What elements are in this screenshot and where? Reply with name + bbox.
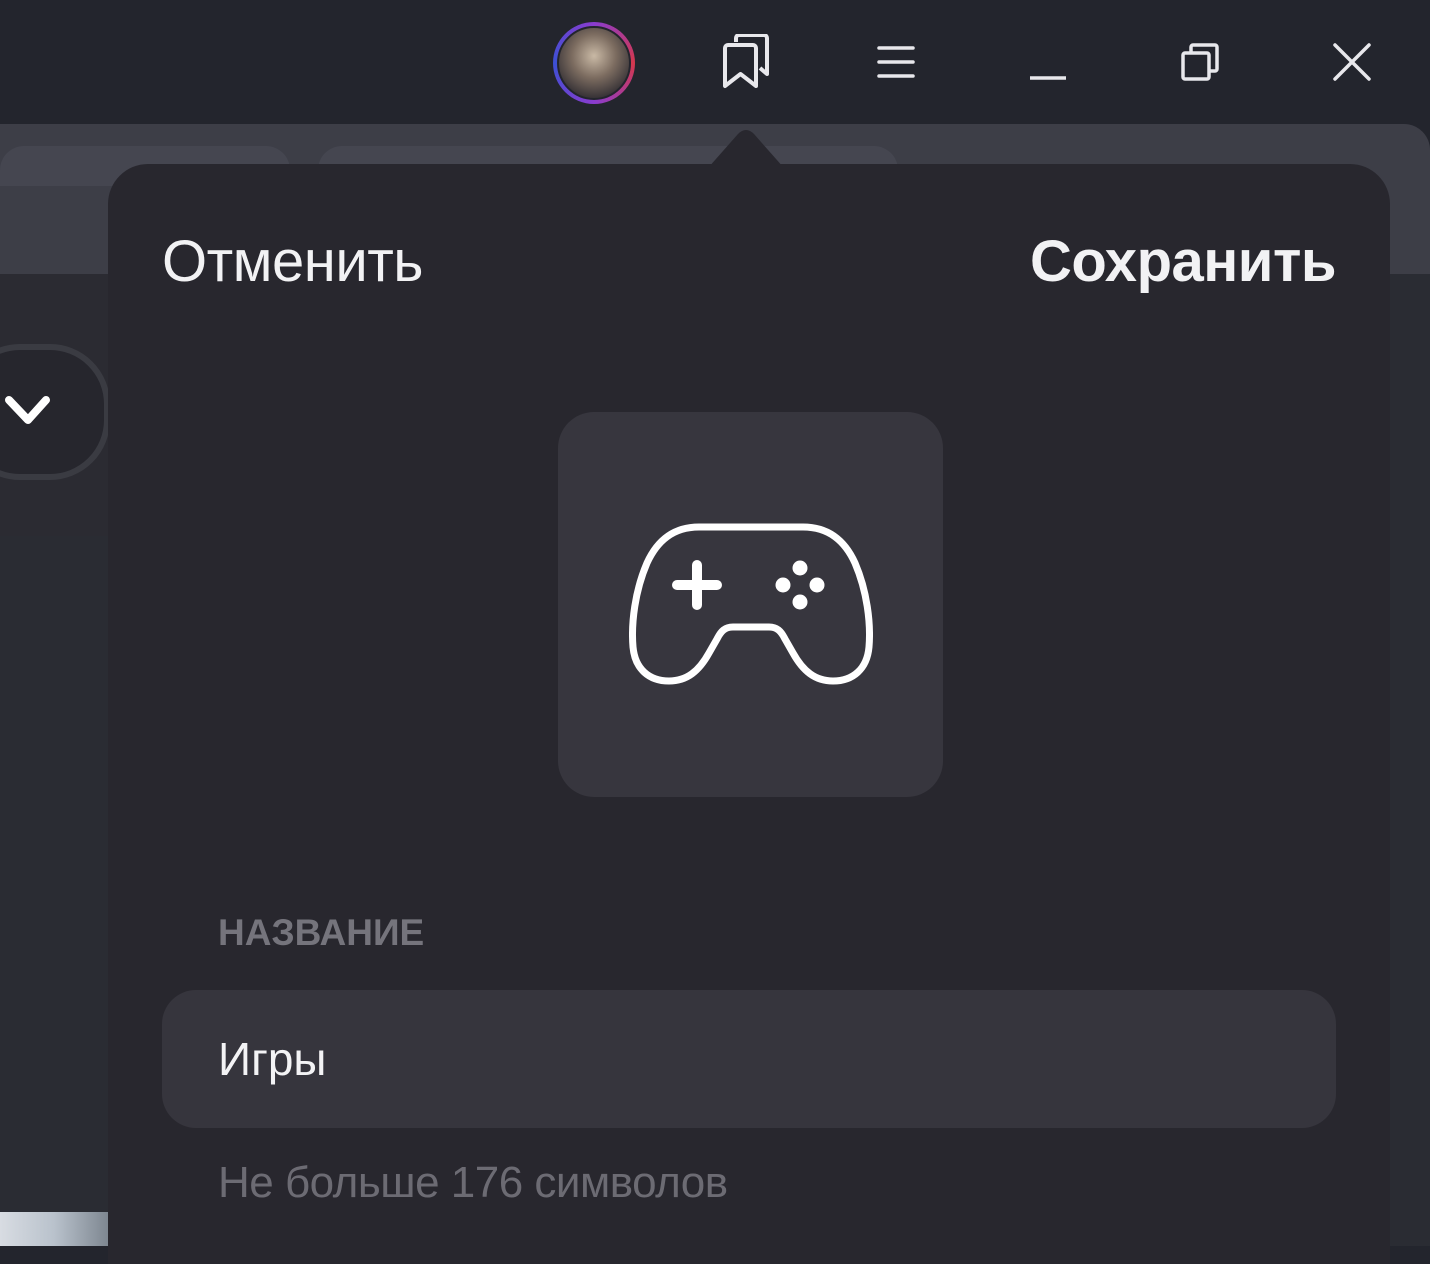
folder-name-input[interactable]: Игры [162,990,1336,1128]
menu-button[interactable] [854,20,938,104]
profile-avatar[interactable] [553,22,635,104]
menu-icon [877,46,915,78]
minimize-icon [1030,76,1066,80]
bookmarks-button[interactable] [704,20,788,104]
restore-button[interactable] [1158,20,1242,104]
avatar-photo [557,26,631,100]
close-icon [1333,43,1371,81]
close-button[interactable] [1310,20,1394,104]
folder-icon-picker[interactable] [558,412,943,797]
bookmarks-icon [723,34,769,88]
page-thumbnail [0,1212,108,1246]
popup-pointer [708,130,784,168]
minimize-button[interactable] [1006,20,1090,104]
cancel-button[interactable]: Отменить [162,228,424,295]
save-button[interactable]: Сохранить [1030,228,1337,295]
name-field-label: НАЗВАНИЕ [218,912,425,953]
restore-icon [1181,43,1219,81]
gamepad-icon [628,523,873,684]
chevron-down-icon [5,396,50,424]
name-field-hint: Не больше 176 символов [218,1158,728,1207]
